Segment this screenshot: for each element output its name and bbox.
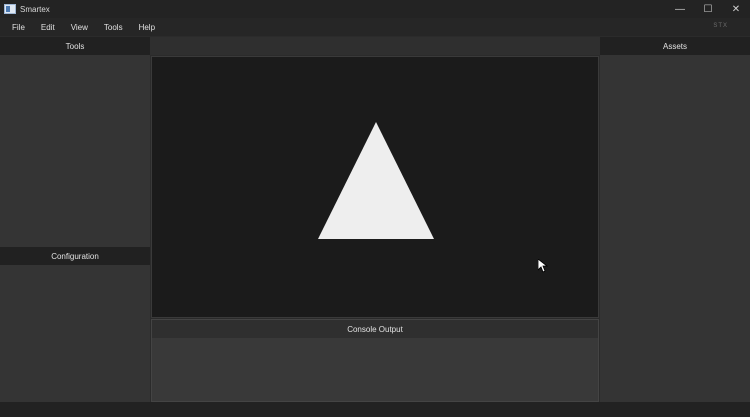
window-controls: — ☐ ✕ (666, 0, 750, 18)
viewport-tab-strip (150, 37, 600, 55)
menu-view[interactable]: View (63, 23, 96, 32)
viewport-canvas (318, 122, 434, 239)
status-bar (0, 402, 750, 417)
console-panel-header[interactable]: Console Output (152, 320, 598, 338)
menu-edit[interactable]: Edit (33, 23, 63, 32)
console-panel[interactable]: Console Output (151, 319, 599, 402)
triangle-shape (318, 122, 434, 239)
render-viewport[interactable] (151, 56, 599, 318)
configuration-panel-header[interactable]: Configuration (0, 247, 150, 265)
menu-bar: File Edit View Tools Help STX (0, 18, 750, 36)
menu-help[interactable]: Help (131, 23, 163, 32)
left-panel: Tools Configuration (0, 37, 150, 402)
mouse-cursor-icon (538, 259, 548, 273)
app-icon (4, 4, 16, 14)
title-bar: Smartex — ☐ ✕ (0, 0, 750, 18)
menu-file[interactable]: File (4, 23, 33, 32)
close-button[interactable]: ✕ (722, 0, 750, 18)
right-panel: Assets (600, 37, 750, 402)
assets-panel-header[interactable]: Assets (600, 37, 750, 55)
menu-tools[interactable]: Tools (96, 23, 131, 32)
brand-logo: STX (713, 23, 728, 29)
maximize-button[interactable]: ☐ (694, 0, 722, 18)
minimize-button[interactable]: — (666, 0, 694, 18)
app-title: Smartex (20, 4, 50, 14)
tools-panel-header[interactable]: Tools (0, 37, 150, 55)
